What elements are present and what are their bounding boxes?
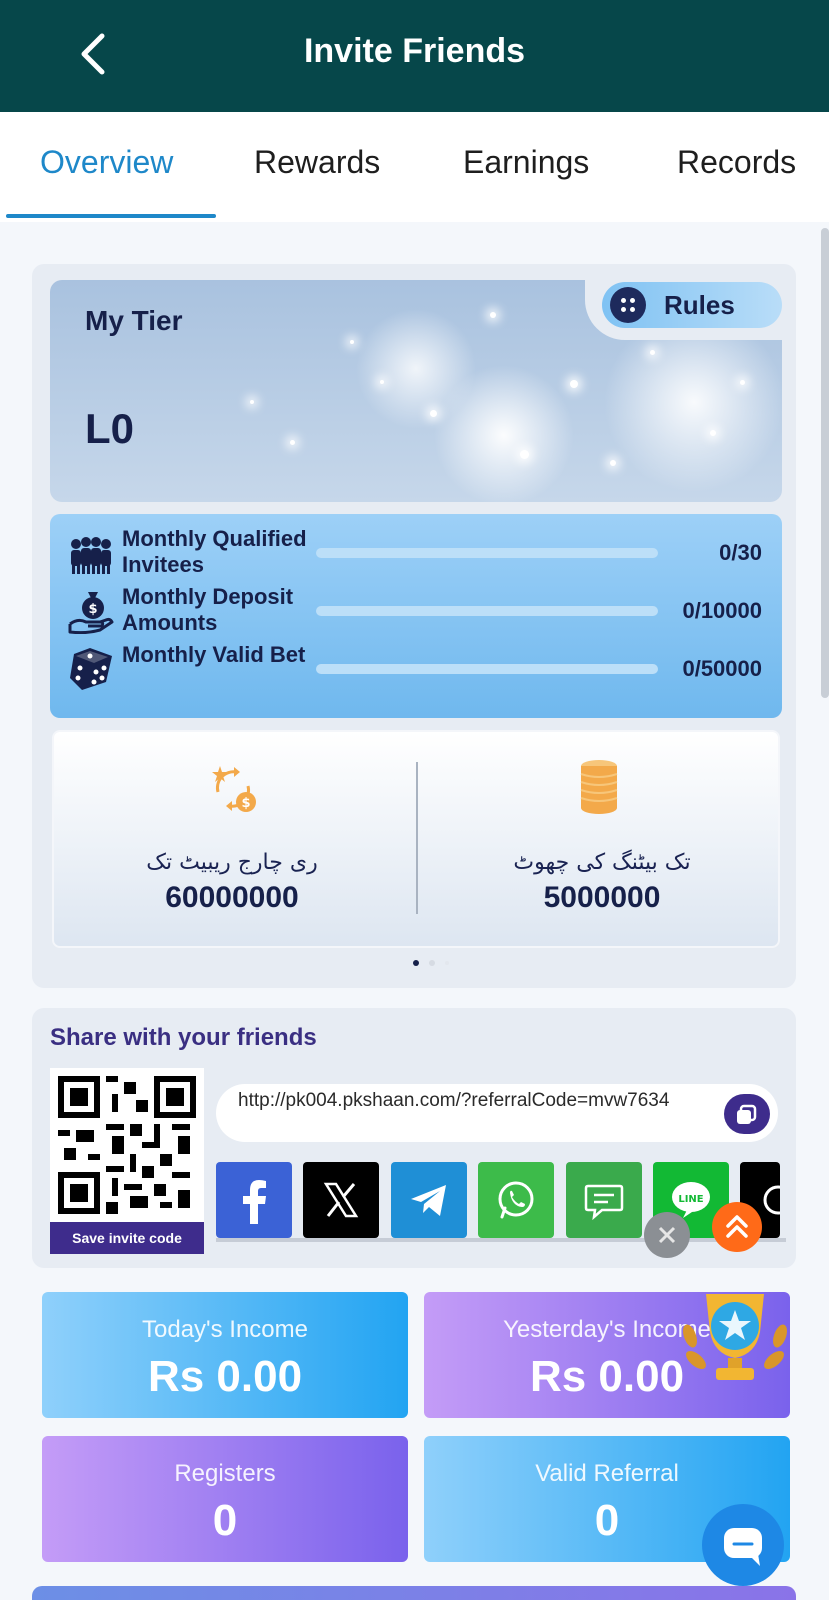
stat-label: Valid Referral bbox=[535, 1460, 679, 1487]
svg-text:LINE: LINE bbox=[678, 1194, 703, 1205]
progress-value: 0/10000 bbox=[682, 598, 762, 623]
money-bag-hand-icon: $ bbox=[68, 592, 114, 634]
svg-text:$: $ bbox=[241, 796, 250, 811]
tab-bar: Overview Rewards Earnings Records bbox=[0, 112, 829, 222]
group-icon bbox=[71, 537, 111, 574]
active-tab-indicator bbox=[6, 214, 216, 218]
close-icon bbox=[658, 1226, 676, 1244]
x-icon bbox=[323, 1182, 359, 1218]
progress-label: Monthly Deposit Amounts bbox=[122, 584, 294, 635]
progress-value: 0/50000 bbox=[682, 656, 762, 681]
stat-value: Rs 0.00 bbox=[147, 1352, 303, 1401]
recharge-rebate-icon: $ bbox=[212, 766, 256, 812]
copy-icon bbox=[737, 1104, 757, 1124]
share-x-button[interactable] bbox=[303, 1162, 379, 1238]
dice-icon bbox=[70, 648, 112, 690]
tab-records[interactable]: Records bbox=[677, 144, 796, 181]
stat-today-income: Today's Income Rs 0.00 bbox=[42, 1292, 408, 1418]
progress-bar bbox=[316, 664, 658, 674]
svg-text:$: $ bbox=[88, 602, 97, 617]
share-title: Share with your friends bbox=[50, 1024, 317, 1051]
stat-value: 0 bbox=[212, 1496, 238, 1545]
progress-label: Monthly Qualified Invitees bbox=[122, 526, 307, 577]
progress-label: Monthly Valid Bet bbox=[122, 642, 306, 667]
progress-row-bet: Monthly Valid Bet 0/50000 bbox=[50, 640, 782, 696]
referral-link-text: http://pk004.pkshaan.com/?referralCode=m… bbox=[238, 1090, 670, 1111]
share-facebook-button[interactable] bbox=[216, 1162, 292, 1238]
coin-stack-icon bbox=[580, 760, 618, 814]
rebate-value: 60000000 bbox=[165, 881, 299, 914]
stat-registers: Registers 0 bbox=[42, 1436, 408, 1562]
rebate-item-recharge: ری چارج ریبیٹ تک 60000000 bbox=[82, 850, 382, 915]
facebook-icon bbox=[243, 1180, 266, 1224]
pager-dot[interactable] bbox=[429, 960, 435, 966]
progress-value: 0/30 bbox=[719, 540, 762, 565]
chat-support-button[interactable] bbox=[702, 1504, 784, 1586]
share-sms-button[interactable] bbox=[566, 1162, 642, 1238]
message-icon bbox=[584, 1184, 624, 1221]
progress-row-deposit: $ Monthly Deposit Amounts 0/10000 bbox=[50, 582, 782, 638]
tier-label: My Tier bbox=[85, 305, 183, 336]
divider bbox=[416, 762, 418, 914]
tab-overview[interactable]: Overview bbox=[40, 144, 173, 181]
copy-link-button[interactable] bbox=[724, 1094, 770, 1134]
progress-bar bbox=[316, 606, 658, 616]
page-scrollbar[interactable] bbox=[821, 228, 829, 698]
rebate-item-betting: تک بیٹنگ کی چھوٹ 5000000 bbox=[452, 850, 752, 915]
double-chevron-up-icon bbox=[726, 1215, 748, 1238]
top-bar: Invite Friends bbox=[0, 0, 829, 112]
stat-label: Registers bbox=[174, 1460, 276, 1487]
trophy-button[interactable] bbox=[676, 1284, 794, 1396]
rules-icon bbox=[610, 287, 646, 323]
page-title: Invite Friends bbox=[303, 32, 526, 70]
rules-button[interactable]: Rules bbox=[602, 282, 782, 328]
save-invite-code-button[interactable]: Save invite code bbox=[50, 1222, 204, 1254]
stat-label: Today's Income bbox=[142, 1316, 308, 1343]
telegram-icon bbox=[411, 1185, 446, 1216]
share-buttons-scrollbar[interactable] bbox=[216, 1238, 786, 1242]
trophy-icon bbox=[683, 1294, 787, 1380]
pager-dot[interactable] bbox=[445, 961, 449, 965]
whatsapp-icon bbox=[498, 1181, 534, 1219]
next-section-edge bbox=[32, 1586, 796, 1600]
chat-bubble-icon bbox=[724, 1528, 762, 1566]
share-telegram-button[interactable] bbox=[391, 1162, 467, 1238]
progress-row-invitees: Monthly Qualified Invitees 0/30 bbox=[50, 524, 782, 580]
pager-dot[interactable] bbox=[413, 960, 419, 966]
tab-earnings[interactable]: Earnings bbox=[463, 144, 589, 181]
progress-bar bbox=[316, 548, 658, 558]
tier-progress-card: Monthly Qualified Invitees 0/30 $ Monthl… bbox=[50, 514, 782, 718]
qr-code-icon bbox=[58, 1076, 196, 1214]
tab-rewards[interactable]: Rewards bbox=[254, 144, 380, 181]
rebate-value: 5000000 bbox=[543, 881, 661, 914]
rebate-label: تک بیٹنگ کی چھوٹ bbox=[513, 850, 691, 875]
scroll-top-button[interactable] bbox=[712, 1202, 762, 1252]
tier-value: L0 bbox=[85, 405, 135, 452]
rules-label: Rules bbox=[664, 290, 735, 320]
close-float-button[interactable] bbox=[644, 1212, 690, 1258]
share-whatsapp-button[interactable] bbox=[478, 1162, 554, 1238]
rebate-label: ری چارج ریبیٹ تک bbox=[146, 850, 318, 875]
